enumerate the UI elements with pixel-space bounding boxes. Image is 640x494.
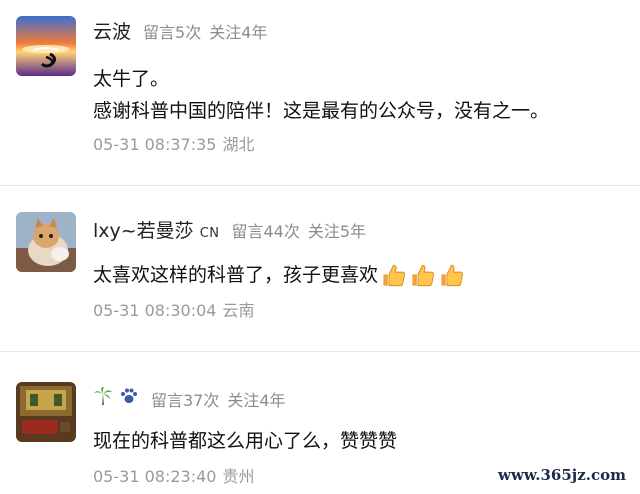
thumbs-up-emojis <box>380 262 467 289</box>
follow-years: 关注4年 <box>209 23 268 42</box>
message-count: 留言44次 <box>231 222 300 241</box>
location: 贵州 <box>222 467 255 486</box>
time-value: 05-31 08:30:04 <box>93 301 217 320</box>
nickname[interactable]: lxy~若曼莎 <box>93 216 194 243</box>
message-count: 留言5次 <box>143 23 202 42</box>
avatar[interactable] <box>16 16 76 76</box>
comment-meta: 留言37次 关注4年 <box>93 386 286 411</box>
country-badge: CN <box>199 226 220 241</box>
comment-text-line: 太牛了。 <box>93 68 170 90</box>
comment-timestamp: 05-31 08:30:04 云南 <box>93 297 254 321</box>
thumbs-up-icon <box>441 264 464 287</box>
cat-avatar-image <box>16 212 76 272</box>
time-value: 05-31 08:37:35 <box>93 135 217 154</box>
follow-years: 关注4年 <box>227 391 286 410</box>
sunset-avatar-image <box>16 16 76 76</box>
message-count: 留言37次 <box>151 391 220 410</box>
comment-meta: 云波 留言5次 关注4年 <box>93 17 267 44</box>
comment-text-line: 太喜欢这样的科普了，孩子更喜欢 <box>93 260 467 289</box>
comment-item: lxy~若曼莎 CN 留言44次 关注5年 太喜欢这样的科普了，孩子更喜欢 05… <box>0 186 640 351</box>
watermark: www.365jz.com <box>492 464 632 486</box>
comment-text: 太喜欢这样的科普了，孩子更喜欢 <box>93 264 379 286</box>
avatar[interactable] <box>16 382 76 442</box>
comment-text-line: 现在的科普都这么用心了么，赞赞赞 <box>93 430 398 452</box>
nickname[interactable]: 云波 <box>93 17 131 44</box>
comment-text-line: 感谢科普中国的陪伴！这是最有的公众号，没有之一。 <box>93 100 550 122</box>
comment-meta: lxy~若曼莎 CN 留言44次 关注5年 <box>93 216 366 243</box>
nickname-emojis[interactable] <box>93 386 139 406</box>
game-avatar-image <box>16 382 76 442</box>
paw-prints-icon <box>121 388 137 403</box>
comment-item: 云波 留言5次 关注4年 太牛了。 感谢科普中国的陪伴！这是最有的公众号，没有之… <box>0 0 640 185</box>
comment-timestamp: 05-31 08:37:35 湖北 <box>93 131 254 155</box>
location: 湖北 <box>222 135 255 154</box>
comment-timestamp: 05-31 08:23:40 贵州 <box>93 463 254 487</box>
location: 云南 <box>222 301 255 320</box>
thumbs-up-icon <box>383 264 406 287</box>
time-value: 05-31 08:23:40 <box>93 467 217 486</box>
thumbs-up-icon <box>412 264 435 287</box>
follow-years: 关注5年 <box>307 222 367 241</box>
palm-tree-icon <box>94 387 112 405</box>
avatar[interactable] <box>16 212 76 272</box>
